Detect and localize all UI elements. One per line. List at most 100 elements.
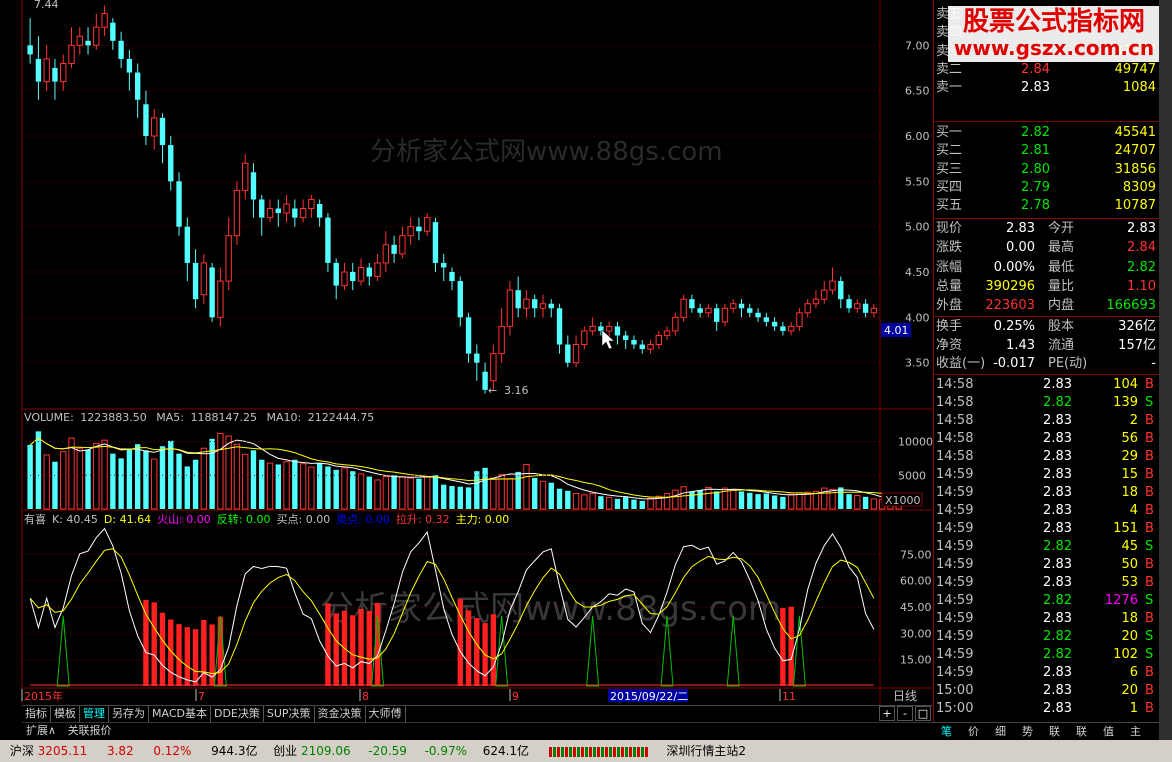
- candle-body: [647, 344, 654, 350]
- toolbar-tab[interactable]: DDE决策: [211, 706, 264, 722]
- ind-axis-label: 75.00: [900, 548, 932, 561]
- quote-tab[interactable]: 价: [960, 723, 987, 741]
- quote-tab[interactable]: 值: [1095, 723, 1122, 741]
- tick-volume: 4: [1129, 503, 1138, 518]
- candle-body: [631, 340, 637, 345]
- tick-flag: B: [1145, 575, 1154, 590]
- volume-bar: [763, 493, 770, 509]
- right-scrollbar[interactable]: [1159, 0, 1172, 740]
- candle-body: [341, 271, 348, 287]
- toolbar-ctrl-button[interactable]: □: [915, 706, 931, 721]
- tick-price: 2.82: [1043, 629, 1072, 644]
- related-quote-tab[interactable]: 关联报价: [64, 723, 116, 739]
- chart-area[interactable]: 7.00 6.50 6.00 5.50 5.00 4.50 4.00 3.50 分析家公式网w…: [0, 0, 933, 705]
- vol-ma5: 1188147.25: [191, 411, 257, 424]
- candle-body: [721, 307, 729, 323]
- tick-flag: B: [1145, 521, 1154, 536]
- volume-bar: [532, 477, 538, 509]
- toolbar-tab[interactable]: 大师傅: [366, 706, 406, 722]
- volume-bar: [598, 496, 604, 509]
- sell-level-row[interactable]: 卖二 2.84 49747: [934, 61, 1160, 79]
- expand-tab[interactable]: 扩展∧: [22, 723, 60, 739]
- candle-body: [623, 335, 629, 340]
- indicator-toolbar: 指标 模板 管理 另存为 MACD基本 DDE决策 SUP决策 资金决策 大师傅 + - □: [22, 705, 933, 723]
- tick-flag: B: [1145, 377, 1154, 392]
- fund-value: 1.43: [1006, 337, 1035, 353]
- volume-bar: [292, 459, 298, 509]
- cy-label: 创业: [273, 744, 298, 758]
- toolbar-tab[interactable]: SUP决策: [264, 706, 315, 722]
- cy-value: 2109.06: [300, 744, 351, 758]
- volume-bar: [250, 450, 257, 509]
- fundamental-row: 收益(一) -0.017 PE(动) -: [934, 355, 1160, 373]
- lasheng-bar: [350, 615, 356, 686]
- buy-level-row[interactable]: 买四 2.79 8309: [934, 179, 1160, 197]
- tick-time: 14:59: [936, 521, 974, 536]
- buy-level-row[interactable]: 买二 2.81 24707: [934, 142, 1160, 160]
- volume-bar: [787, 493, 795, 510]
- candle-body: [110, 22, 116, 41]
- tick-flag: B: [1145, 557, 1154, 572]
- tick-volume: 15: [1121, 467, 1138, 482]
- candle-body: [209, 267, 215, 318]
- volume-bar: [623, 496, 629, 509]
- tick-volume: 139: [1113, 395, 1138, 410]
- quote-tab[interactable]: 联: [1041, 723, 1068, 741]
- candle-body: [854, 303, 861, 309]
- volume-bar: [27, 444, 33, 509]
- quote-tab[interactable]: 笔: [933, 723, 960, 741]
- tick-volume: 2: [1129, 413, 1138, 428]
- candle-body: [589, 325, 596, 332]
- volume-bar: [35, 431, 42, 509]
- candle-body: [639, 344, 645, 350]
- tick-flag: B: [1145, 413, 1154, 428]
- fund-label-2: 流通: [1048, 337, 1075, 353]
- quote-tab[interactable]: 势: [1014, 723, 1041, 741]
- buy-level-row[interactable]: 买三 2.80 31856: [934, 161, 1160, 179]
- candle-body: [382, 244, 390, 264]
- volume-bar: [639, 500, 645, 509]
- tick-volume: 20: [1121, 683, 1138, 698]
- quote-value: 2.83: [1006, 221, 1035, 236]
- toolbar-tab[interactable]: 指标: [22, 706, 51, 722]
- indicator-header-item: 买点: 0.00: [277, 513, 331, 526]
- vol-label: VOLUME:: [24, 411, 74, 424]
- sh-label: 沪深: [9, 744, 34, 758]
- volume-bar: [747, 492, 753, 509]
- candle-body: [316, 204, 323, 218]
- buy-level-row[interactable]: 买一 2.82 45541: [934, 124, 1160, 142]
- quote-value: 223603: [985, 298, 1035, 314]
- tick-time: 14:58: [936, 413, 974, 428]
- tick-row: 14:58 2.82 139 S: [934, 394, 1160, 412]
- candle-body: [523, 298, 530, 309]
- candle-body: [151, 117, 158, 137]
- quote-label: 涨跌: [936, 240, 963, 256]
- sh-change: 3.82: [106, 744, 134, 758]
- quote-tab[interactable]: 联: [1068, 723, 1095, 741]
- candle-body: [482, 371, 488, 390]
- toolbar-tab[interactable]: 管理: [80, 706, 109, 722]
- toolbar-tab[interactable]: MACD基本: [149, 706, 211, 722]
- volume-bar: [506, 478, 514, 510]
- tick-row: 15:00 2.83 1 B: [934, 700, 1160, 718]
- candle-body: [176, 181, 182, 227]
- volume-bar: [605, 497, 613, 510]
- tick-price: 2.83: [1043, 611, 1072, 626]
- toolbar-ctrl-button[interactable]: -: [897, 706, 913, 721]
- sell-level-row[interactable]: 卖一 2.83 1084: [934, 79, 1160, 97]
- toolbar-ctrl-button[interactable]: +: [879, 706, 895, 721]
- quote-tab[interactable]: 细: [987, 723, 1014, 741]
- toolbar-tab[interactable]: 资金决策: [315, 706, 366, 722]
- sell-volume: 1084: [1122, 80, 1156, 96]
- candle-body: [200, 262, 208, 296]
- tick-time: 14:59: [936, 557, 974, 572]
- station-name[interactable]: 深圳行情主站2: [666, 740, 746, 762]
- buy-level-row[interactable]: 买五 2.78 10787: [934, 197, 1160, 215]
- toolbar-tab[interactable]: 模板: [51, 706, 80, 722]
- quote-tab[interactable]: 主: [1122, 723, 1149, 741]
- toolbar-tab[interactable]: 另存为: [109, 706, 149, 722]
- candle-body: [663, 330, 671, 336]
- candle-body: [60, 62, 67, 83]
- volume-bar: [151, 458, 158, 510]
- cy-pct: -0.97%: [424, 744, 468, 758]
